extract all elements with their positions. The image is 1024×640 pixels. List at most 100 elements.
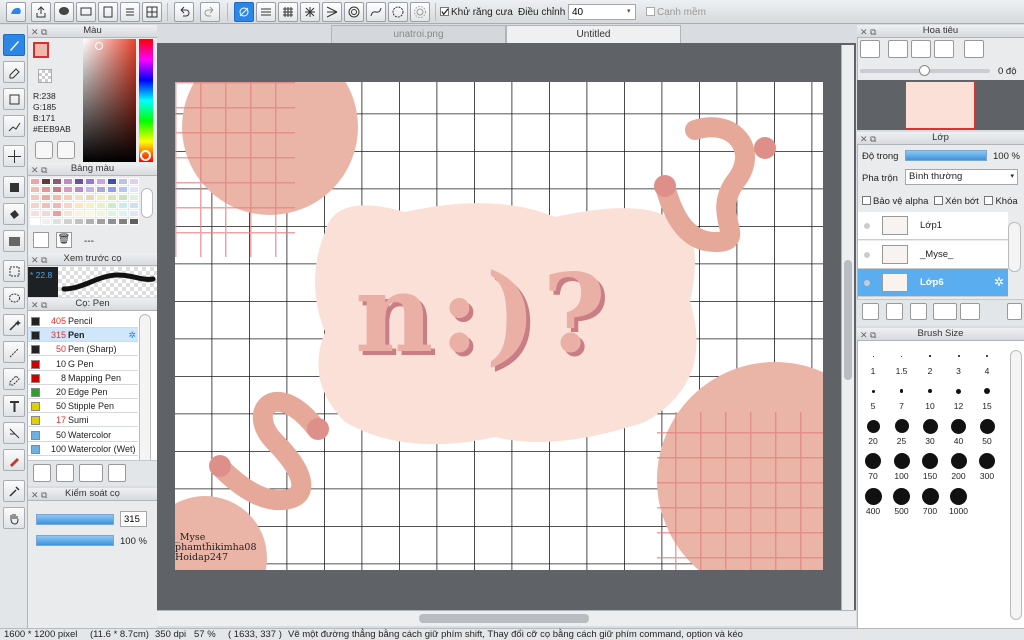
color-swatch[interactable] [52,194,62,201]
brush-size-input[interactable] [120,511,147,527]
reset-view-icon[interactable] [964,40,984,58]
color-swatch[interactable] [30,218,40,225]
select-tool-icon[interactable] [3,260,25,282]
brush-size-option[interactable]: 40 [946,416,972,446]
color-swatch[interactable] [96,218,106,225]
export-icon[interactable] [31,2,51,22]
eraser-tool-icon[interactable] [3,61,25,83]
color-swatch[interactable] [96,186,106,193]
layer-menu-icon[interactable] [1007,303,1022,320]
layer-item[interactable]: _Myse_ [858,240,1008,269]
layer-8bit-icon[interactable] [910,303,927,320]
color-swatch[interactable] [41,186,51,193]
foreground-color-swatch[interactable] [33,42,49,58]
color-swatch[interactable] [63,210,73,217]
color-swatch[interactable] [74,218,84,225]
color-swatch[interactable] [74,194,84,201]
gear-icon[interactable]: ✲ [994,275,1004,289]
folder-icon[interactable] [960,303,980,320]
color-swatch[interactable] [52,178,62,185]
layer-scrollbar[interactable] [1008,222,1021,272]
redo-icon[interactable] [200,2,220,22]
color-swatch[interactable] [96,210,106,217]
saturation-value-picker[interactable] [83,39,136,162]
color-swatch[interactable] [107,194,117,201]
rotate-icon[interactable] [934,40,954,58]
curve-tool-icon[interactable] [3,115,25,137]
color-swatch[interactable] [74,210,84,217]
brush-size-option[interactable]: 3 [946,346,972,376]
color-swatch[interactable] [74,186,84,193]
brush-size-option[interactable]: 100 [889,451,915,481]
list-icon[interactable] [120,2,140,22]
brush-size-option[interactable]: 700 [917,486,943,516]
smooth-edge-checkbox[interactable]: Cạnh mềm [646,7,706,18]
lock-checkbox[interactable]: Khóa [984,196,1018,207]
layer-item[interactable]: Lớp6 ✲ [858,269,1008,297]
color-swatch[interactable] [129,194,139,201]
snap-circle-icon[interactable] [344,2,364,22]
color-swatch[interactable] [41,178,51,185]
brush-size-option[interactable]: 30 [917,416,943,446]
close-icon[interactable]: ✕ ⧉ [31,299,47,311]
dropper-tool-icon[interactable] [3,480,25,502]
zoom-out-icon[interactable] [860,40,880,58]
brush-item[interactable]: 405 Pencil [28,314,138,328]
eye-icon[interactable] [864,251,870,258]
new-layer-icon[interactable] [862,303,879,320]
color-swatch[interactable] [85,186,95,193]
layer-item[interactable]: Lớp1 [858,212,1008,240]
brush-size-option[interactable]: 12 [946,381,972,411]
color-swatch[interactable] [107,210,117,217]
brush-size-option[interactable]: 1 [860,346,886,376]
color-swatch[interactable] [30,194,40,201]
protect-alpha-checkbox[interactable]: Bảo vệ alpha [862,196,928,207]
swatch-scrollbar[interactable] [141,188,153,218]
select-eraser-tool-icon[interactable] [3,368,25,390]
color-swatch[interactable] [63,186,73,193]
grid-icon[interactable] [142,2,162,22]
snap-curve-icon[interactable] [366,2,386,22]
brush-size-scrollbar[interactable] [1010,350,1022,620]
close-icon[interactable]: ✕ ⧉ [31,254,47,266]
color-swatch[interactable] [129,218,139,225]
color-swatch[interactable] [118,194,128,201]
color-swatch[interactable] [30,186,40,193]
color-swatch[interactable] [107,186,117,193]
color-swatch[interactable] [41,194,51,201]
snap-radial-icon[interactable] [300,2,320,22]
brush-list-scrollbar[interactable] [139,314,151,470]
angle-slider-knob[interactable] [919,65,930,76]
color-swatch[interactable] [41,210,51,217]
snap-off-icon[interactable] [234,2,254,22]
fill-rectangle-tool-icon[interactable] [3,176,25,198]
brush-size-option[interactable]: 20 [860,416,886,446]
antialias-checkbox[interactable]: Khử răng cưa [440,7,513,18]
snap-perspective-icon[interactable] [322,2,342,22]
gear-icon[interactable]: ✲ [128,328,136,342]
eyedropper-tool-icon[interactable] [3,449,25,471]
brush-size-option[interactable]: 1.5 [889,346,915,376]
brush-size-option[interactable]: 1000 [946,486,972,516]
brush-size-option[interactable]: 150 [917,451,943,481]
color-swatch[interactable] [30,202,40,209]
text-tool-icon[interactable] [3,395,25,417]
color-swatch[interactable] [63,202,73,209]
color-swatch[interactable] [96,178,106,185]
brush-size-option[interactable]: 10 [917,381,943,411]
color-swatch[interactable] [107,218,117,225]
brush-size-option[interactable]: 2 [917,346,943,376]
brush-size-option[interactable]: 15 [974,381,1000,411]
brush-size-option[interactable]: 50 [974,416,1000,446]
color-swatch[interactable] [118,210,128,217]
color-swatch[interactable] [74,178,84,185]
color-swatch[interactable] [63,218,73,225]
eye-icon[interactable] [864,223,870,229]
brush-item[interactable]: 315 Pen ✲ [28,328,138,343]
document-icon[interactable] [98,2,118,22]
adjust-input[interactable] [568,4,636,20]
hue-slider[interactable] [139,39,153,162]
brush-size-slider[interactable] [36,514,114,525]
color-swatch[interactable] [118,202,128,209]
color-swatch[interactable] [41,202,51,209]
